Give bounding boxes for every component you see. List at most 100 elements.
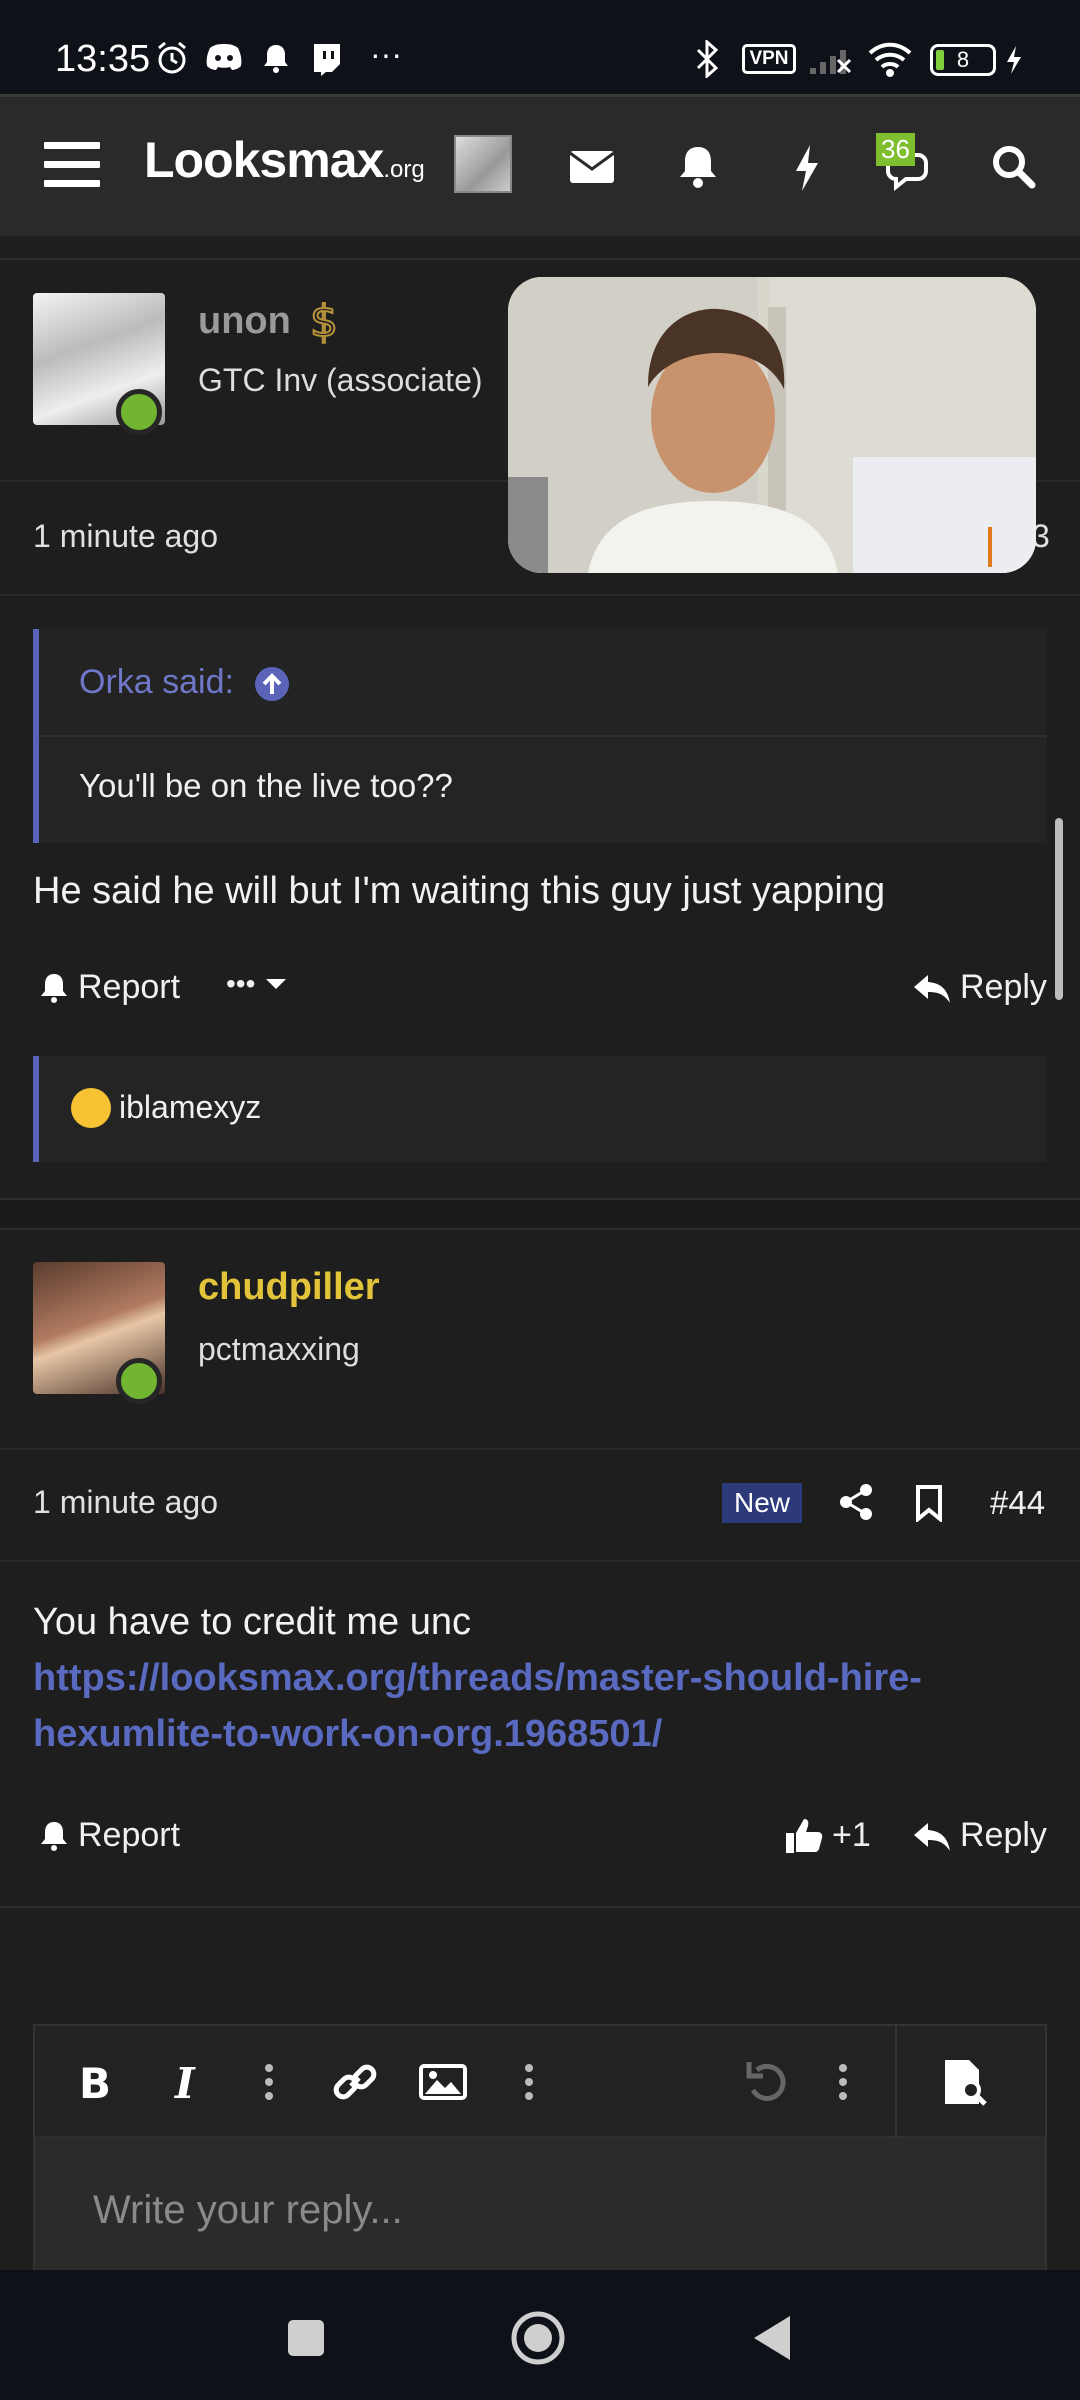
user-avatar[interactable]: [454, 135, 512, 193]
logo-suffix: .org: [383, 156, 425, 183]
battery-indicator: 8: [930, 44, 996, 76]
username[interactable]: chudpiller: [198, 1266, 380, 1309]
user-title: GTC Inv (associate): [198, 362, 483, 398]
reply-icon: [914, 974, 950, 1003]
online-indicator: [116, 389, 162, 435]
status-time: 13:35: [55, 38, 151, 80]
svg-text:B: B: [79, 2059, 111, 2108]
report-label: Report: [78, 968, 181, 1006]
crying-laughing-emoji-icon: [71, 1088, 111, 1128]
new-badge: New: [722, 1483, 802, 1523]
image-icon[interactable]: [417, 2056, 469, 2108]
reaction-bar[interactable]: iblamexyz: [33, 1056, 1047, 1162]
divider: [0, 1560, 1080, 1562]
reply-label: Reply: [960, 1816, 1047, 1854]
reply-button[interactable]: Reply: [912, 1816, 1047, 1855]
preview-icon[interactable]: [939, 2056, 991, 2108]
post-time[interactable]: 1 minute ago: [33, 518, 218, 555]
user-title: pctmaxxing: [198, 1331, 360, 1367]
notification-bell-icon: [264, 45, 288, 73]
home-icon[interactable]: [508, 2308, 568, 2368]
scrollbar[interactable]: [1055, 818, 1063, 1000]
editor-toolbar: B I: [35, 2026, 1045, 2138]
divider: [0, 1448, 1080, 1450]
dollar-badge-icon: $: [309, 296, 339, 344]
conversations-badge: 36: [876, 133, 915, 166]
divider: [0, 1906, 1080, 1908]
arrow-up-circle-icon[interactable]: [253, 665, 291, 703]
back-icon[interactable]: [742, 2308, 802, 2368]
link-icon[interactable]: [329, 2056, 381, 2108]
more-dots-icon: •••: [226, 968, 256, 999]
recent-apps-icon[interactable]: [276, 2308, 336, 2368]
reaction-user[interactable]: iblamexyz: [119, 1089, 261, 1126]
quote-block: Orka said: You'll be on the live too??: [33, 629, 1047, 843]
bell-icon: [41, 973, 67, 1003]
post-gap: [0, 1200, 1080, 1228]
svg-text:$: $: [310, 296, 338, 344]
link-line-1: https://looksmax.org/threads/master-shou…: [33, 1657, 922, 1699]
vpn-indicator: VPN: [742, 44, 796, 74]
share-icon[interactable]: [838, 1482, 874, 1522]
bell-icon: [41, 1821, 67, 1851]
logo-text: Looksmax: [144, 132, 384, 188]
post-time[interactable]: 1 minute ago: [33, 1484, 218, 1521]
bold-icon[interactable]: B: [71, 2056, 123, 2108]
post-message: You have to credit me unc https://looksm…: [33, 1594, 1053, 1762]
reply-editor: B I Write your reply...: [33, 2024, 1047, 2276]
site-logo[interactable]: Looksmax.org: [144, 131, 425, 189]
post-message: He said he will but I'm waiting this guy…: [33, 870, 886, 912]
italic-icon[interactable]: I: [163, 2056, 215, 2108]
thread-link[interactable]: https://looksmax.org/threads/master-shou…: [33, 1650, 1053, 1762]
status-bar: 13:35 ··· VPN 8: [0, 0, 1080, 94]
battery-level: 8: [956, 47, 970, 72]
thumbs-up-icon: [786, 1818, 823, 1853]
search-icon[interactable]: [984, 137, 1044, 197]
chevron-down-icon: [266, 979, 287, 989]
bell-icon[interactable]: [668, 137, 728, 197]
wifi-icon: [868, 42, 912, 77]
post-text-line: You have to credit me unc: [33, 1601, 471, 1643]
navigation-bar: [0, 2270, 1080, 2400]
divider: [0, 594, 1080, 596]
reply-placeholder: Write your reply...: [93, 2188, 403, 2232]
report-button[interactable]: Report: [38, 968, 180, 1007]
online-indicator: [116, 1358, 162, 1404]
reply-icon: [914, 1822, 950, 1851]
bluetooth-icon: [696, 40, 719, 78]
bookmark-icon[interactable]: [914, 1484, 944, 1522]
report-button[interactable]: Report: [38, 1816, 180, 1855]
envelope-icon[interactable]: [562, 137, 622, 197]
quote-header[interactable]: Orka said:: [39, 629, 1047, 737]
menu-icon[interactable]: [44, 142, 100, 188]
report-label: Report: [78, 1816, 181, 1854]
video-frame: [508, 277, 1036, 573]
svg-text:I: I: [174, 2059, 196, 2108]
reaction-count: +1: [832, 1816, 871, 1854]
alarm-icon: [158, 41, 186, 74]
lightning-icon[interactable]: [776, 137, 836, 197]
reply-input[interactable]: Write your reply...: [35, 2138, 1045, 2276]
more-notifications-icon: ···: [370, 36, 402, 72]
more-vertical-icon[interactable]: [503, 2056, 555, 2108]
quote-author[interactable]: Orka said:: [79, 663, 234, 702]
twitch-icon: [314, 44, 340, 76]
undo-icon[interactable]: [741, 2056, 793, 2108]
username[interactable]: unon: [198, 300, 291, 343]
divider: [0, 258, 1080, 260]
more-vertical-icon[interactable]: [243, 2056, 295, 2108]
video-overlay[interactable]: [508, 277, 1036, 573]
like-button[interactable]: +1: [784, 1816, 871, 1855]
toolbar-divider: [895, 2026, 897, 2138]
reply-button[interactable]: Reply: [912, 968, 1047, 1007]
discord-icon: [206, 44, 242, 70]
reply-label: Reply: [960, 968, 1047, 1006]
divider: [0, 1228, 1080, 1230]
charging-icon: [1007, 46, 1021, 74]
quote-text: You'll be on the live too??: [79, 767, 453, 804]
signal-icon: [810, 50, 852, 74]
more-vertical-icon[interactable]: [817, 2056, 869, 2108]
more-options-button[interactable]: •••: [226, 968, 289, 1000]
post-number[interactable]: #44: [990, 1484, 1045, 1522]
link-line-2: hexumlite-to-work-on-org.1968501/: [33, 1713, 663, 1755]
